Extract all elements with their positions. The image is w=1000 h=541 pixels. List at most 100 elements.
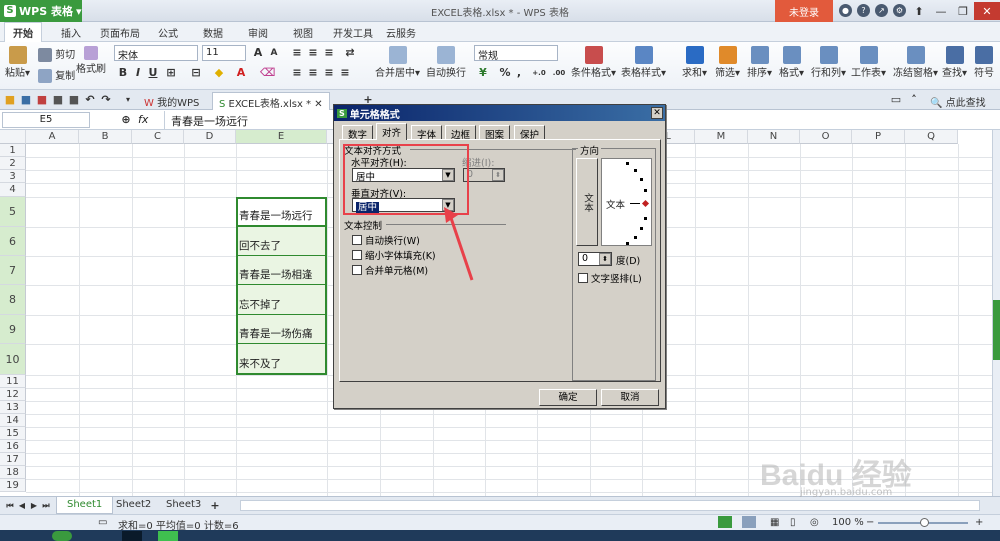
orientation-handle[interactable] xyxy=(641,199,650,208)
fx-icon[interactable]: fx xyxy=(138,113,148,126)
font-color-icon[interactable]: A xyxy=(235,67,247,79)
column-header[interactable]: A xyxy=(26,130,79,144)
row-header[interactable]: 8 xyxy=(0,285,26,315)
format-button[interactable]: 格式▾ xyxy=(779,46,804,79)
tab-file-excel[interactable]: S EXCEL表格.xlsx * ✕ xyxy=(212,92,330,110)
row-header[interactable]: 11 xyxy=(0,375,26,388)
last-sheet-icon[interactable]: ⏭ xyxy=(40,500,52,512)
skin-icon[interactable]: ● xyxy=(839,4,852,17)
cut-button[interactable]: 剪切 xyxy=(38,46,75,62)
select-all-corner[interactable] xyxy=(0,130,26,144)
grow-font-icon[interactable]: A xyxy=(252,47,264,59)
collapse-icon[interactable]: ˄ xyxy=(908,94,920,106)
cell-e10[interactable]: 来不及了 xyxy=(236,344,327,375)
sort-button[interactable]: 排序▾ xyxy=(747,46,772,79)
first-sheet-icon[interactable]: ⏮ xyxy=(4,500,16,512)
font-size-select[interactable]: 11 xyxy=(202,45,246,61)
dialog-tab-protection[interactable]: 保护 xyxy=(514,125,546,141)
tab-my-wps[interactable]: W 我的WPS xyxy=(138,92,205,110)
freeze-panes-button[interactable]: 冻结窗格▾ xyxy=(893,46,938,79)
row-header[interactable]: 18 xyxy=(0,466,26,479)
filter-button[interactable]: 筛选▾ xyxy=(715,46,740,79)
row-header[interactable]: 17 xyxy=(0,453,26,466)
taskbar-app-icon[interactable] xyxy=(52,531,72,541)
tab-data[interactable]: 数据 xyxy=(203,25,223,40)
redo-icon[interactable]: ↷ xyxy=(100,94,112,106)
cancel-button[interactable]: 取消 xyxy=(601,389,659,406)
sheet-tab-3[interactable]: Sheet3 xyxy=(156,497,211,514)
zoom-level[interactable]: 100 % xyxy=(832,517,864,528)
help-icon[interactable]: ? xyxy=(857,4,870,17)
cell-e8[interactable]: 忘不掉了 xyxy=(236,285,327,315)
font-name-select[interactable]: 宋体 xyxy=(114,45,198,62)
worksheet-button[interactable]: 工作表▾ xyxy=(851,46,886,79)
symbol-button[interactable]: 符号 xyxy=(974,46,994,79)
border-icon[interactable]: ⊞ xyxy=(165,67,177,79)
add-sheet-icon[interactable]: + xyxy=(209,500,221,512)
number-format-select[interactable]: 常规 xyxy=(474,45,558,62)
wps-menu-button[interactable]: S WPS 表格 ▾ xyxy=(0,0,82,22)
degree-spinner[interactable]: 0 ⬍ xyxy=(578,252,612,266)
ok-button[interactable]: 确定 xyxy=(539,389,597,406)
column-header[interactable]: M xyxy=(695,130,748,144)
increase-decimal-button[interactable]: +.0 xyxy=(529,67,549,79)
italic-button[interactable]: I xyxy=(132,67,144,79)
indent-spinner[interactable]: 0 ⬍ xyxy=(463,168,505,182)
zoom-formula-icon[interactable]: ⊕ xyxy=(120,114,132,126)
sum-button[interactable]: 求和▾ xyxy=(682,46,707,79)
cell-e7[interactable]: 青春是一场相逢 xyxy=(236,256,327,285)
window-icon[interactable]: ▭ xyxy=(890,94,902,106)
row-header[interactable]: 9 xyxy=(0,315,26,344)
column-header[interactable]: D xyxy=(184,130,236,144)
zoom-slider-thumb[interactable] xyxy=(920,518,929,527)
close-button[interactable]: ✕ xyxy=(974,2,1000,20)
comma-button[interactable]: , xyxy=(513,67,525,79)
row-header[interactable]: 16 xyxy=(0,440,26,453)
tab-formulas[interactable]: 公式 xyxy=(158,25,178,40)
conditional-format-button[interactable]: 条件格式▾ xyxy=(571,46,616,79)
row-header[interactable]: 2 xyxy=(0,157,26,170)
customize-arrow-icon[interactable]: ▾ xyxy=(122,94,134,106)
rows-cols-button[interactable]: 行和列▾ xyxy=(811,46,846,79)
align-center-icon[interactable]: ≡ xyxy=(307,67,319,79)
row-header[interactable]: 5 xyxy=(0,197,26,227)
find-command-search[interactable]: 🔍 点此查找命令 xyxy=(924,92,1000,124)
dialog-tab-number[interactable]: 数字 xyxy=(342,125,374,141)
cell-e9[interactable]: 青春是一场伤痛 xyxy=(236,315,327,344)
merge-center-button[interactable]: 合并居中▾ xyxy=(375,46,420,79)
cell-e6[interactable]: 回不去了 xyxy=(236,227,327,256)
dialog-tab-pattern[interactable]: 图案 xyxy=(479,125,511,141)
row-header[interactable]: 13 xyxy=(0,401,26,414)
text-direction-icon[interactable]: ⇄ xyxy=(344,47,356,59)
table-style-button[interactable]: 表格样式▾ xyxy=(621,46,666,79)
vertical-text-toggle[interactable]: 文本 xyxy=(576,158,598,246)
tab-insert[interactable]: 插入 xyxy=(61,25,81,40)
horizontal-scrollbar[interactable] xyxy=(240,500,980,511)
align-justify-icon[interactable]: ≡ xyxy=(339,67,351,79)
copy-button[interactable]: 复制 xyxy=(38,67,75,83)
tab-close-icon[interactable]: ✕ xyxy=(314,99,322,110)
sheet-tab-2[interactable]: Sheet2 xyxy=(106,497,161,514)
login-button[interactable]: 未登录 xyxy=(775,0,833,22)
paste-button[interactable]: 粘贴▾ xyxy=(5,46,30,79)
page-break-view-icon[interactable] xyxy=(742,516,756,528)
export-pdf-icon[interactable]: ■ xyxy=(36,94,48,106)
restore-icon[interactable]: ⬆ xyxy=(908,2,930,20)
column-header[interactable]: N xyxy=(748,130,800,144)
merge-icon[interactable]: ⊟ xyxy=(190,67,202,79)
row-header[interactable]: 7 xyxy=(0,256,26,285)
tab-page-layout[interactable]: 页面布局 xyxy=(100,25,140,40)
taskbar-app-icon[interactable] xyxy=(122,531,142,541)
sheet-tab-1[interactable]: Sheet1 xyxy=(56,497,114,514)
dialog-title-bar[interactable]: S 单元格格式 ✕ xyxy=(334,105,665,121)
column-header[interactable]: E xyxy=(236,130,327,144)
column-header[interactable]: C xyxy=(132,130,184,144)
tab-developer[interactable]: 开发工具 xyxy=(333,25,373,40)
settings-icon[interactable]: ⚙ xyxy=(893,4,906,17)
row-header[interactable]: 19 xyxy=(0,479,26,492)
wrap-text-button[interactable]: 自动换行 xyxy=(426,46,466,79)
zoom-out-icon[interactable]: − xyxy=(866,517,874,528)
vertical-text-checkbox[interactable]: 文字竖排(L) xyxy=(578,271,642,285)
percent-button[interactable]: % xyxy=(499,67,511,79)
eye-protect-icon[interactable]: ◎ xyxy=(810,517,819,528)
